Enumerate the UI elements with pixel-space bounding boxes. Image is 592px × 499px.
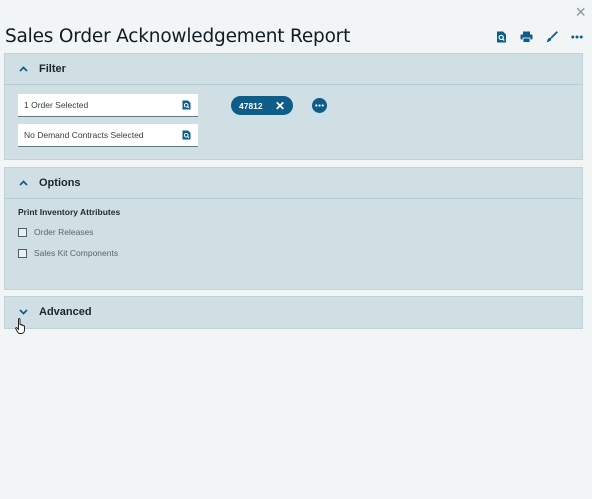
print-icon[interactable] [519,29,534,44]
order-selection-value: 1 Order Selected [24,100,89,110]
clear-brush-icon[interactable] [544,29,559,44]
advanced-panel-title: Advanced [39,306,92,318]
preview-icon[interactable] [494,29,509,44]
sales-kit-components-checkbox[interactable] [18,248,27,258]
hand-cursor-icon [15,318,27,340]
sales-kit-components-label: Sales Kit Components [34,248,119,258]
demand-contracts-value: No Demand Contracts Selected [24,130,144,140]
order-selection-field[interactable]: 1 Order Selected [18,94,198,117]
chevron-up-icon [16,176,30,190]
close-window-button[interactable]: × [575,3,586,21]
order-releases-checkbox-row[interactable]: Order Releases [18,227,94,237]
order-chip[interactable]: 47812 ✕ [231,96,293,115]
advanced-panel-header[interactable]: Advanced [5,297,582,327]
report-toolbar [494,29,584,44]
sales-kit-components-checkbox-row[interactable]: Sales Kit Components [18,248,118,258]
order-chip-label: 47812 [239,100,263,111]
options-panel: Options Print Inventory Attributes Order… [4,167,583,290]
page-title: Sales Order Acknowledgement Report [5,26,351,47]
chevron-up-icon [16,62,30,76]
print-inventory-attributes-label: Print Inventory Attributes [18,207,121,217]
filter-panel-header[interactable]: Filter [5,54,582,85]
search-lookup-icon[interactable] [180,129,192,141]
filter-panel: Filter 1 Order Selected No Demand Contra… [4,53,583,160]
more-icon[interactable] [569,29,584,44]
options-panel-header[interactable]: Options [5,168,582,199]
filter-panel-title: Filter [39,63,66,75]
demand-contracts-field[interactable]: No Demand Contracts Selected [18,124,198,147]
search-lookup-icon[interactable] [180,99,192,111]
order-releases-checkbox[interactable] [18,227,27,237]
order-releases-label: Order Releases [34,227,94,237]
options-panel-title: Options [39,177,81,189]
advanced-panel: Advanced [4,296,583,329]
remove-chip-icon[interactable]: ✕ [275,100,285,112]
more-options-button[interactable] [312,98,327,113]
chevron-down-icon [16,305,30,319]
